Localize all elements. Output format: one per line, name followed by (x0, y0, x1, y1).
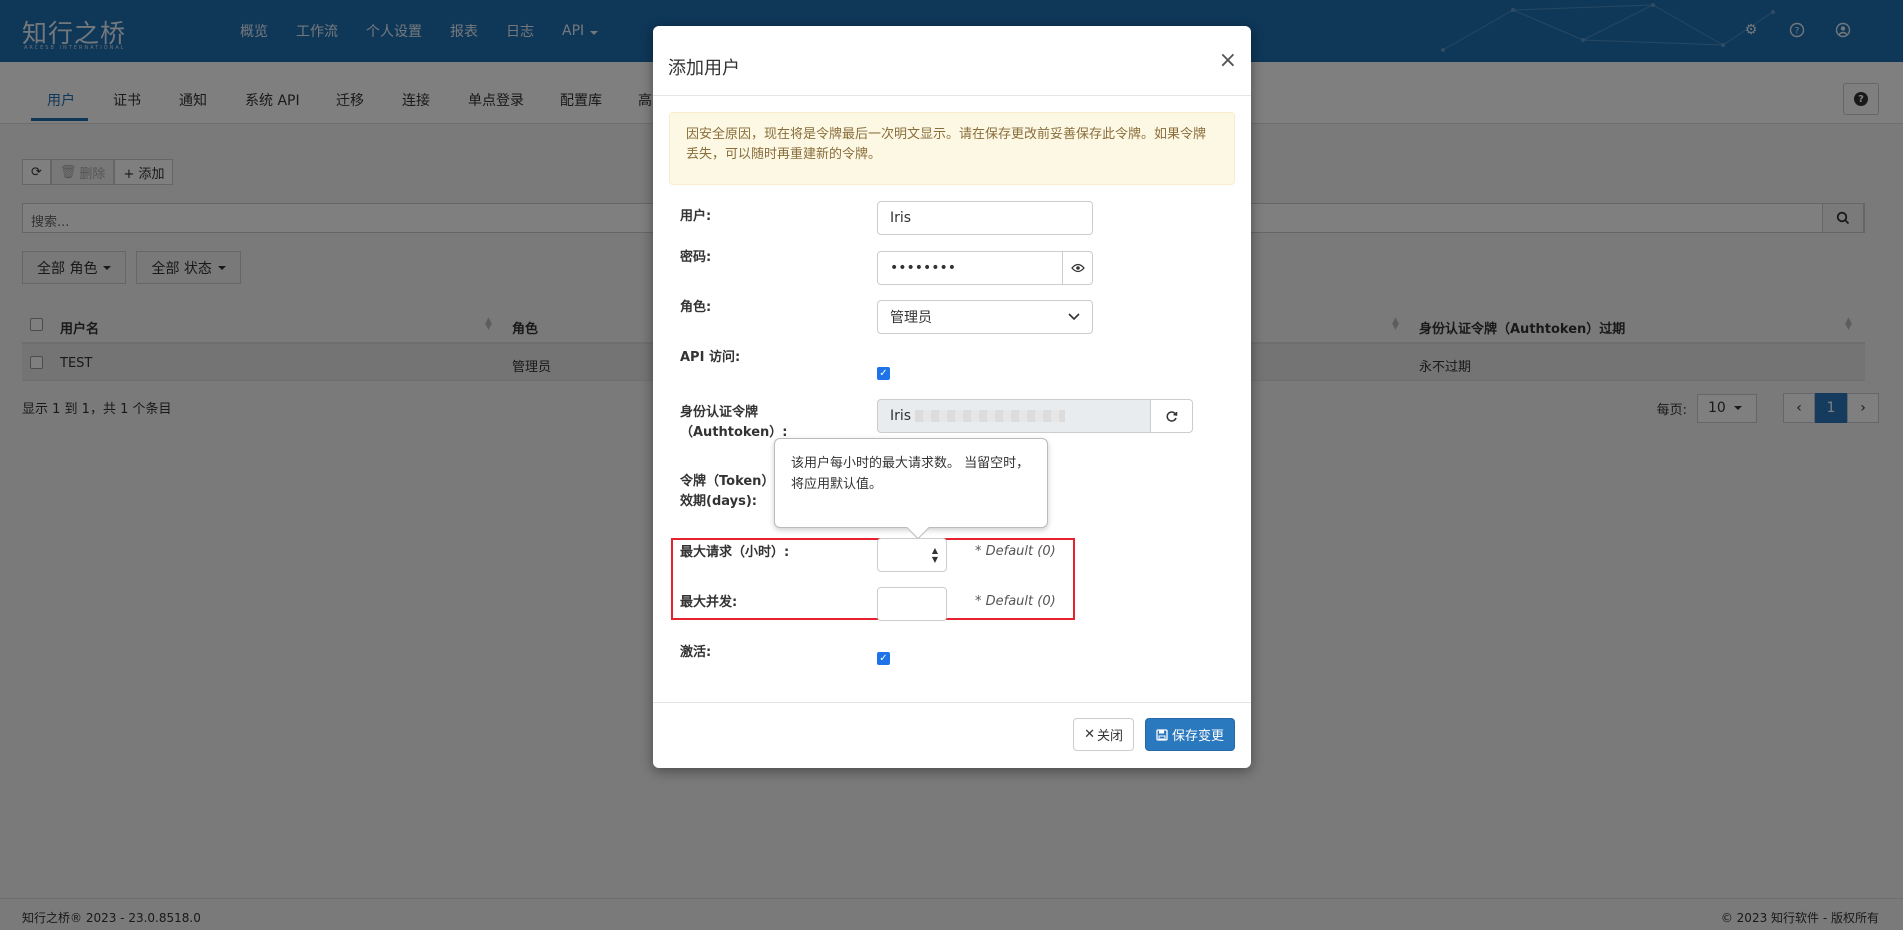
refresh-icon (1166, 410, 1178, 422)
api-access-checkbox[interactable]: ✓ (877, 367, 890, 380)
password-label: 密码: (680, 250, 712, 265)
authtoken-field[interactable]: Iris (877, 399, 1152, 433)
role-select[interactable]: 管理员 (877, 300, 1093, 334)
user-label: 用户: (680, 209, 712, 224)
regenerate-token-button[interactable] (1150, 399, 1193, 433)
masked-token (915, 410, 1066, 422)
modal-title: 添加用户 (668, 58, 740, 79)
save-button[interactable]: 保存变更 (1144, 718, 1235, 751)
tooltip-text: 该用户每小时的最大请求数。 当留空时，将应用默认值。 (791, 456, 1030, 492)
add-user-dialog: 添加用户 × 因安全原因，现在将是令牌最后一次明文显示。请在保存更改前妥善保存此… (653, 26, 1251, 768)
max-concurrent-label: 最大并发: (680, 595, 738, 610)
modal-footer: ✕ 关闭 保存变更 (653, 702, 1251, 768)
show-password-button[interactable] (1062, 251, 1093, 285)
user-field[interactable]: Iris (877, 201, 1093, 235)
active-checkbox[interactable]: ✓ (877, 652, 890, 665)
max-requests-tooltip: 该用户每小时的最大请求数。 当留空时，将应用默认值。 (774, 438, 1048, 540)
role-label: 角色: (680, 300, 712, 315)
password-field[interactable]: •••••••• (877, 251, 1063, 285)
max-requests-field[interactable]: ▲ ▼ (877, 538, 947, 572)
close-x-icon: ✕ (1084, 727, 1095, 742)
chevron-down-icon (1068, 313, 1080, 321)
authtoken-label: 身份认证令牌（Authtoken）: (680, 405, 788, 440)
max-concurrent-field[interactable] (877, 587, 947, 621)
close-button-label: 关闭 (1096, 729, 1123, 744)
eye-icon (1070, 263, 1085, 273)
close-button[interactable]: ✕ 关闭 (1073, 718, 1134, 751)
max-concurrent-hint: * Default (0) (975, 594, 1056, 609)
token-warning-alert: 因安全原因，现在将是令牌最后一次明文显示。请在保存更改前妥善保存此令牌。如果令牌… (669, 112, 1235, 185)
max-requests-label: 最大请求（小时）: (680, 545, 790, 560)
token-warning-text: 因安全原因，现在将是令牌最后一次明文显示。请在保存更改前妥善保存此令牌。如果令牌… (686, 127, 1207, 162)
api-access-label: API 访问: (680, 350, 741, 365)
number-stepper[interactable]: ▲ ▼ (932, 546, 938, 564)
active-label: 激活: (680, 645, 712, 660)
save-button-label: 保存变更 (1171, 729, 1224, 744)
close-icon[interactable]: × (1219, 48, 1237, 73)
role-select-value: 管理员 (890, 310, 932, 326)
save-icon (1156, 728, 1168, 741)
authtoken-value: Iris (890, 408, 912, 424)
tooltip-arrow (906, 516, 930, 540)
max-requests-hint: * Default (0) (975, 544, 1056, 559)
modal-header: 添加用户 × (653, 26, 1251, 96)
